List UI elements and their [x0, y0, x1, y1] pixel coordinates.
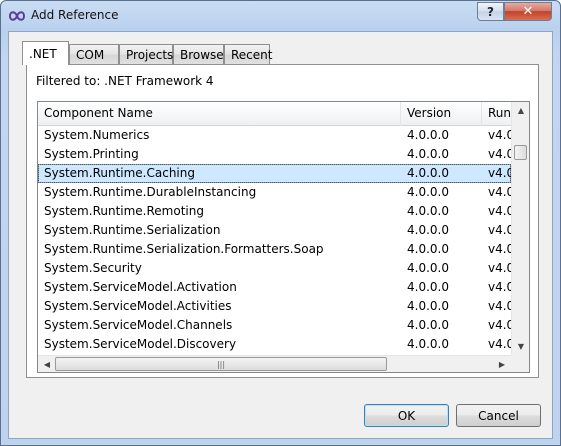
version-cell: 4.0.0.0 [407, 337, 449, 351]
list-header: Component Name Version Run [38, 102, 511, 126]
list-row[interactable]: System.ServiceModel.Channels 4.0.0.0 v4.0 [38, 316, 511, 335]
component-name-cell: System.Runtime.Remoting [44, 204, 204, 218]
component-name-cell: System.Numerics [44, 128, 150, 142]
vertical-scrollbar[interactable]: ▲ ▼ [511, 102, 529, 355]
list-row[interactable]: System.Printing 4.0.0.0 v4.0 [38, 145, 511, 164]
version-cell: 4.0.0.0 [407, 318, 449, 332]
dialog-client-area: .NET COM Projects Browse Recent Filtered… [8, 31, 553, 439]
cancel-button[interactable]: Cancel [456, 404, 541, 427]
component-name-cell: System.Runtime.DurableInstancing [44, 185, 257, 199]
scrollbar-corner [511, 355, 529, 372]
version-cell: 4.0.0.0 [407, 223, 449, 237]
tab-com[interactable]: COM [69, 44, 119, 64]
tab-projects[interactable]: Projects [119, 44, 173, 64]
ok-button[interactable]: OK [364, 404, 449, 427]
runtime-cell: v4.0 [488, 166, 511, 180]
component-name-cell: System.Runtime.Serialization.Formatters.… [44, 242, 324, 256]
version-cell: 4.0.0.0 [407, 299, 449, 313]
list-row[interactable]: System.Security 4.0.0.0 v4.0 [38, 259, 511, 278]
version-cell: 4.0.0.0 [407, 242, 449, 256]
list-row[interactable]: System.Runtime.Serialization 4.0.0.0 v4.0 [38, 221, 511, 240]
help-button[interactable]: ? [477, 2, 504, 21]
list-row[interactable]: System.Numerics 4.0.0.0 v4.0 [38, 126, 511, 145]
version-cell: 4.0.0.0 [407, 261, 449, 275]
scroll-up-arrow-icon[interactable]: ▲ [512, 102, 529, 119]
filter-label: Filtered to: .NET Framework 4 [36, 74, 214, 88]
component-name-cell: System.Printing [44, 147, 139, 161]
vertical-scroll-thumb[interactable] [514, 145, 527, 160]
close-icon: ✕ [522, 4, 534, 19]
list-row[interactable]: System.Runtime.DurableInstancing 4.0.0.0 v… [38, 183, 511, 202]
scroll-left-arrow-icon[interactable]: ◀ [38, 356, 56, 372]
window-title: Add Reference [31, 8, 119, 22]
version-cell: 4.0.0.0 [407, 128, 449, 142]
list-row[interactable]: System.Runtime.Caching 4.0.0.0 v4.0 [38, 164, 511, 183]
runtime-cell: v4.0 [488, 204, 511, 218]
component-name-cell: System.Runtime.Serialization [44, 223, 221, 237]
column-header-version[interactable]: Version [401, 102, 482, 126]
horizontal-scroll-thumb[interactable]: ||| [55, 357, 387, 371]
visual-studio-icon [9, 11, 25, 21]
tab-browse[interactable]: Browse [173, 44, 224, 64]
runtime-cell: v4.0 [488, 318, 511, 332]
runtime-cell: v4.0 [488, 242, 511, 256]
scroll-right-arrow-icon[interactable]: ▶ [493, 356, 511, 372]
list-row[interactable]: System.ServiceModel.Activities 4.0.0.0 v4.… [38, 297, 511, 316]
net-tab-panel: Filtered to: .NET Framework 4 Component … [26, 64, 539, 378]
version-cell: 4.0.0.0 [407, 147, 449, 161]
list-row[interactable]: System.ServiceModel.Activation 4.0.0.0 v4.… [38, 278, 511, 297]
component-name-cell: System.Security [44, 261, 142, 275]
column-header-component-name[interactable]: Component Name [38, 102, 401, 126]
column-header-runtime[interactable]: Run [482, 102, 511, 126]
runtime-cell: v4.0 [488, 223, 511, 237]
component-name-cell: System.ServiceModel.Channels [44, 318, 233, 332]
list-row[interactable]: System.ServiceModel.Discovery 4.0.0.0 v4.0 [38, 335, 511, 354]
runtime-cell: v4.0 [488, 280, 511, 294]
close-button[interactable]: ✕ [504, 2, 552, 21]
tab-recent[interactable]: Recent [224, 44, 272, 64]
title-bar[interactable]: Add Reference ? ✕ [1, 1, 560, 31]
component-list[interactable]: Component Name Version Run System.Numeri… [37, 101, 530, 373]
add-reference-dialog: Add Reference ? ✕ .NET COM Projects Brow… [0, 0, 561, 446]
component-name-cell: System.ServiceModel.Discovery [44, 337, 237, 351]
component-name-cell: System.Runtime.Caching [44, 166, 195, 180]
runtime-cell: v4.0 [488, 299, 511, 313]
list-row[interactable]: System.Runtime.Serialization.Formatters.… [38, 240, 511, 259]
runtime-cell: v4.0 [488, 147, 511, 161]
tab-net[interactable]: .NET [22, 41, 69, 65]
horizontal-scrollbar[interactable]: ◀ ||| ▶ [38, 355, 511, 372]
component-name-cell: System.ServiceModel.Activation [44, 280, 237, 294]
scroll-down-arrow-icon[interactable]: ▼ [512, 338, 529, 355]
version-cell: 4.0.0.0 [407, 280, 449, 294]
version-cell: 4.0.0.0 [407, 185, 449, 199]
runtime-cell: v4.0 [488, 128, 511, 142]
runtime-cell: v4.0 [488, 261, 511, 275]
help-icon: ? [487, 4, 494, 19]
component-name-cell: System.ServiceModel.Activities [44, 299, 232, 313]
version-cell: 4.0.0.0 [407, 204, 449, 218]
runtime-cell: v4.0 [488, 185, 511, 199]
list-row[interactable]: System.Runtime.Remoting 4.0.0.0 v4.0 [38, 202, 511, 221]
scroll-grip-icon: ||| [216, 359, 226, 369]
version-cell: 4.0.0.0 [407, 166, 449, 180]
runtime-cell: v4.0 [488, 337, 511, 351]
